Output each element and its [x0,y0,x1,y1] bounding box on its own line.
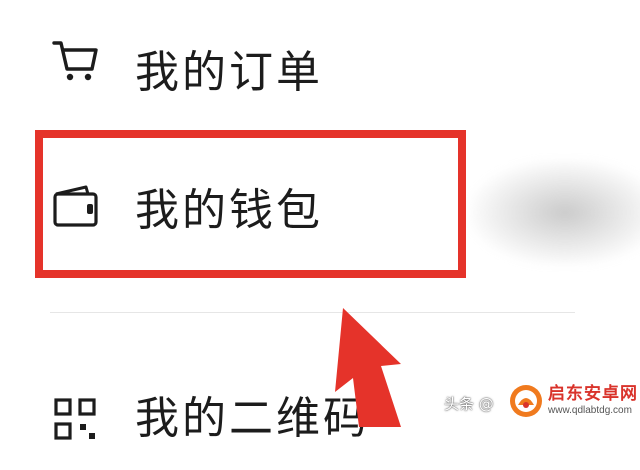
highlight-box [35,130,466,278]
qrcode-icon [50,394,102,446]
site-logo-icon [508,383,544,419]
menu-item-label: 我的订单 [135,47,323,98]
cart-icon [50,35,102,87]
site-brand: 启东安卓网 [548,384,638,404]
site-url: www.qdlabtdg.com [548,405,632,416]
menu-item-my-orders[interactable]: 我的订单 [0,15,480,105]
toutiao-watermark: 头条 @ [444,395,494,413]
red-arrow-pointer [335,308,401,427]
blurred-background-area [470,160,640,265]
site-watermark: 启东安卓网 www.qdlabtdg.com [548,384,638,418]
